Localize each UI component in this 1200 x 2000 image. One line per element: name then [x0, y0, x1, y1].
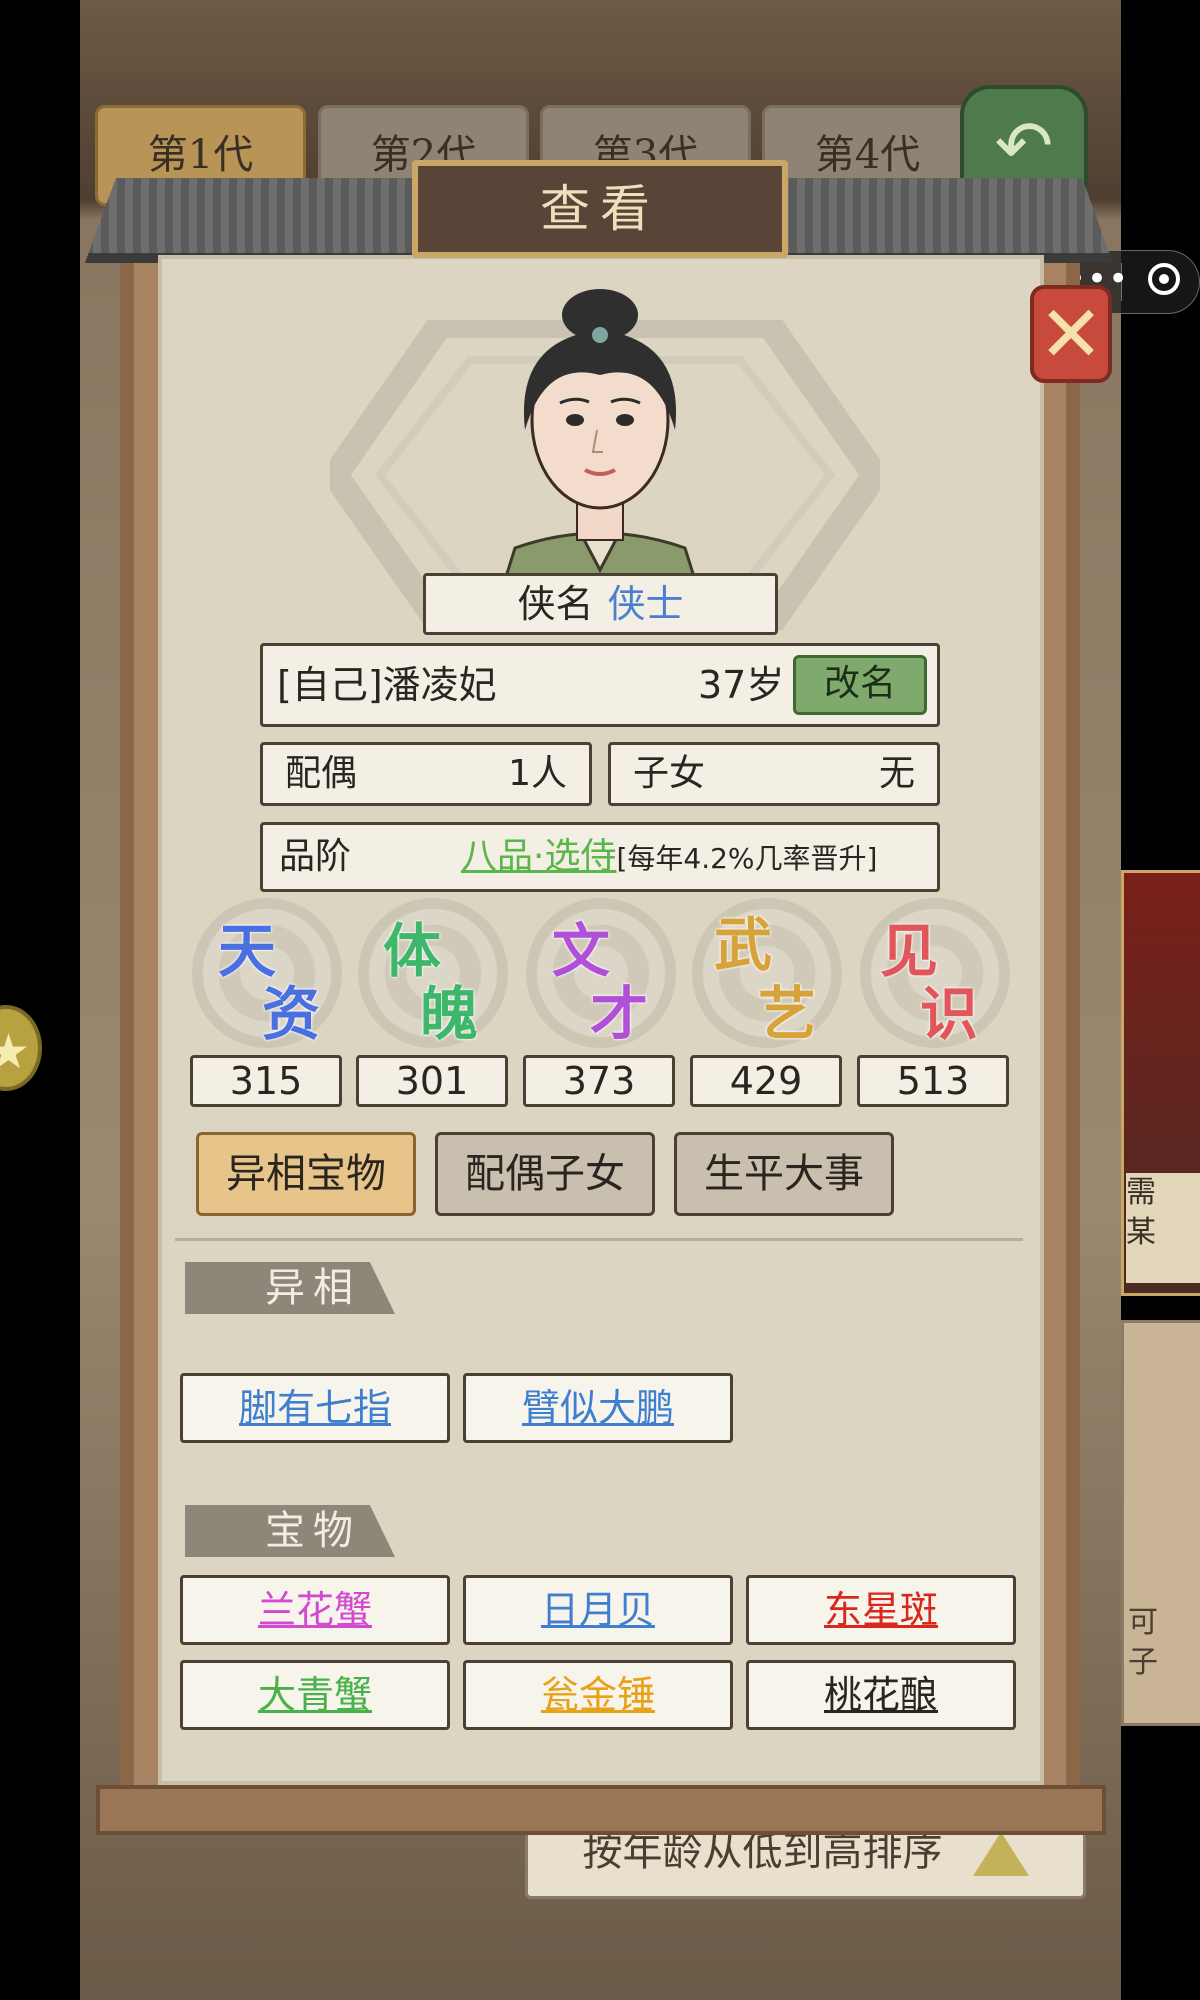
- rank-field: 品阶 八品·选侍[每年4.2%几率晋升]: [260, 822, 940, 892]
- side-panel-text: 子: [1128, 1645, 1158, 1680]
- treasure-item[interactable]: 大青蟹: [180, 1660, 450, 1730]
- treasure-item[interactable]: 日月贝: [463, 1575, 733, 1645]
- treasure-item[interactable]: 桃花酿: [746, 1660, 1016, 1730]
- rename-button[interactable]: 改名: [793, 655, 927, 715]
- side-panel-text: 可: [1128, 1605, 1158, 1640]
- children-field: 子女 无: [608, 742, 940, 806]
- triangle-warning-icon: [972, 1832, 1029, 1876]
- tab-divider: [175, 1238, 1023, 1241]
- rank-value[interactable]: 八品·选侍: [461, 836, 616, 877]
- title-field: 侠名 侠士: [423, 573, 778, 635]
- stat-literary-char2: 才: [590, 980, 649, 1048]
- side-panel-card-1[interactable]: 需某: [1121, 870, 1200, 1296]
- children-value: 无: [878, 753, 915, 794]
- stat-insight-value: 513: [857, 1055, 1009, 1107]
- modal-bottom-frame: [96, 1785, 1106, 1835]
- sort-label: 按年龄从低到高排序: [582, 1829, 943, 1875]
- trait-item[interactable]: 臂似大鹏: [463, 1373, 733, 1443]
- spouse-field: 配偶 1人: [260, 742, 592, 806]
- tab-traits-treasures[interactable]: 异相宝物: [196, 1132, 416, 1216]
- capsule-divider: [1121, 263, 1122, 301]
- section-traits-label: 异相: [185, 1262, 395, 1314]
- treasure-item[interactable]: 兰花蟹: [180, 1575, 450, 1645]
- stat-literary-value: 373: [523, 1055, 675, 1107]
- stat-insight-char2: 识: [920, 980, 979, 1048]
- name-field: [自己]潘凌妃 37岁 改名: [260, 643, 940, 727]
- stat-aptitude-value: 315: [190, 1055, 342, 1107]
- treasure-item[interactable]: 东星斑: [746, 1575, 1016, 1645]
- side-panel-text: 某: [1126, 1215, 1156, 1250]
- tab-spouse-children[interactable]: 配偶子女: [435, 1132, 655, 1216]
- children-label: 子女: [633, 753, 706, 794]
- side-panel-text: 需: [1126, 1175, 1156, 1210]
- stat-insight-char1: 见: [880, 917, 939, 985]
- close-button[interactable]: ✕: [1030, 285, 1112, 383]
- rank-promotion-note: [每年4.2%几率晋升]: [616, 842, 878, 875]
- side-panel-card-2[interactable]: 可子: [1121, 1320, 1200, 1726]
- trait-item[interactable]: 脚有七指: [180, 1373, 450, 1443]
- stat-physique-value: 301: [356, 1055, 508, 1107]
- spouse-value: 1人: [508, 753, 567, 794]
- character-portrait: [503, 289, 697, 580]
- treasure-item[interactable]: 瓮金锤: [463, 1660, 733, 1730]
- stat-physique-char2: 魄: [420, 980, 479, 1048]
- stat-aptitude-char2: 资: [262, 980, 321, 1048]
- stat-martial-char1: 武: [714, 911, 773, 979]
- close-miniprogram-icon[interactable]: [1148, 263, 1180, 295]
- title-value: 侠士: [607, 582, 684, 626]
- stat-martial-char2: 艺: [758, 980, 817, 1048]
- stat-martial-value: 429: [690, 1055, 842, 1107]
- spouse-label: 配偶: [285, 753, 358, 794]
- stat-literary-char1: 文: [552, 917, 611, 985]
- star-badge-icon[interactable]: ★: [0, 1005, 42, 1091]
- stat-aptitude-char1: 天: [218, 917, 277, 985]
- character-name: [自己]潘凌妃: [277, 663, 497, 707]
- stat-physique-char1: 体: [383, 917, 442, 985]
- modal-title: 查看: [412, 160, 788, 258]
- tab-life-events[interactable]: 生平大事: [674, 1132, 894, 1216]
- character-age: 37岁: [698, 663, 785, 707]
- title-label: 侠名: [517, 582, 594, 626]
- section-treasures-label: 宝物: [185, 1505, 395, 1557]
- rank-label: 品阶: [279, 836, 352, 877]
